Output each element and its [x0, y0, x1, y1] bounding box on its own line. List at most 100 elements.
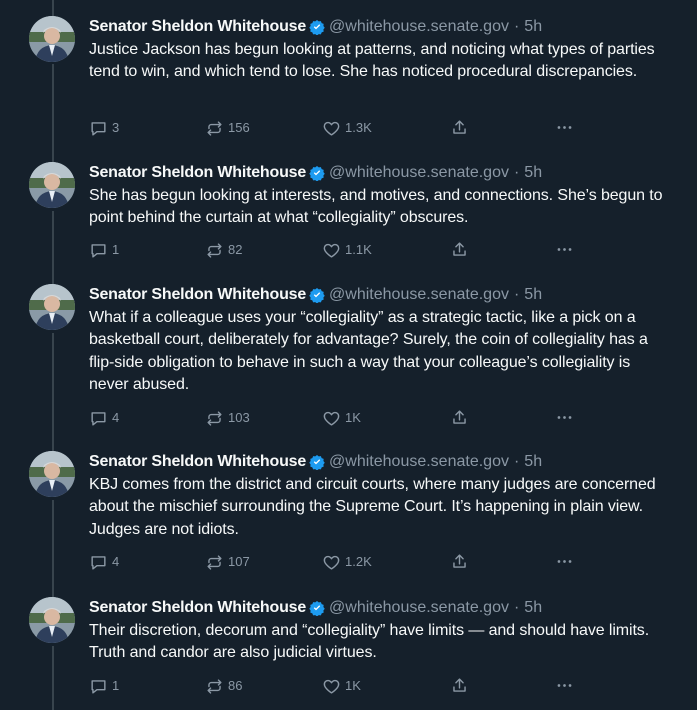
verified-badge-icon [309, 287, 325, 304]
author-name[interactable]: Senator Sheldon Whitehouse [89, 451, 306, 473]
like-count: 1K [345, 410, 361, 425]
author-handle[interactable]: @whitehouse.senate.gov [329, 284, 509, 306]
author-name[interactable]: Senator Sheldon Whitehouse [89, 16, 306, 38]
verified-badge-icon [309, 454, 325, 471]
repost-count: 82 [228, 242, 243, 257]
repost-icon [207, 678, 222, 694]
post-header: Senator Sheldon Whitehouse @whitehouse.s… [89, 451, 542, 473]
author-handle[interactable]: @whitehouse.senate.gov [329, 451, 509, 473]
repost-button[interactable]: 86 [205, 676, 242, 696]
author-name[interactable]: Senator Sheldon Whitehouse [89, 597, 306, 619]
reply-button[interactable]: 4 [89, 408, 119, 428]
heart-icon [323, 411, 340, 426]
separator: · [513, 286, 520, 303]
like-count: 1.3K [345, 120, 372, 135]
separator: · [513, 599, 520, 616]
verified-badge-icon [309, 19, 325, 36]
reply-count: 4 [112, 410, 120, 425]
reply-count: 1 [112, 242, 120, 257]
share-icon [453, 120, 466, 134]
more-options-button[interactable] [555, 408, 578, 427]
separator: · [513, 164, 520, 181]
timestamp[interactable]: 5h [524, 162, 542, 184]
more-options-button[interactable] [555, 552, 578, 571]
post-text: She has begun looking at interests, and … [89, 187, 667, 227]
more-options-button[interactable] [555, 240, 578, 259]
heart-icon [323, 243, 340, 258]
share-icon [453, 242, 466, 256]
avatar[interactable] [29, 597, 75, 643]
author-name[interactable]: Senator Sheldon Whitehouse [89, 284, 306, 306]
repost-icon [207, 242, 222, 258]
action-bar: 1 86 1K [89, 676, 589, 696]
reply-count: 1 [112, 678, 120, 693]
post-header: Senator Sheldon Whitehouse @whitehouse.s… [89, 162, 542, 184]
timestamp[interactable]: 5h [524, 16, 542, 38]
reply-button[interactable]: 3 [89, 118, 119, 138]
reply-icon [91, 555, 106, 570]
avatar-photo-icon [29, 16, 75, 62]
share-icon [453, 554, 466, 568]
like-button[interactable]: 1.1K [322, 240, 372, 260]
avatar-photo-icon [29, 597, 75, 643]
repost-count: 107 [228, 554, 250, 569]
like-button[interactable]: 1K [322, 676, 361, 696]
heart-icon [323, 121, 340, 136]
repost-button[interactable]: 82 [205, 240, 242, 260]
action-bar: 1 82 1.1K [89, 240, 589, 260]
like-button[interactable]: 1.2K [322, 552, 372, 572]
share-button[interactable] [450, 676, 473, 695]
share-button[interactable] [450, 552, 473, 571]
author-handle[interactable]: @whitehouse.senate.gov [329, 597, 509, 619]
action-bar: 4 103 1K [89, 408, 589, 428]
thread: Senator Sheldon Whitehouse @whitehouse.s… [0, 0, 697, 710]
thread-line [52, 646, 54, 710]
share-icon [453, 678, 466, 692]
reply-button[interactable]: 1 [89, 240, 119, 260]
repost-button[interactable]: 156 [205, 118, 250, 138]
thread-line [52, 0, 54, 16]
reply-icon [91, 411, 106, 426]
action-bar: 4 107 1.2K [89, 552, 589, 572]
repost-button[interactable]: 107 [205, 552, 250, 572]
thread-line [52, 211, 54, 284]
repost-icon [207, 410, 222, 426]
avatar-photo-icon [29, 162, 75, 208]
reply-count: 3 [112, 120, 120, 135]
author-handle[interactable]: @whitehouse.senate.gov [329, 16, 509, 38]
avatar[interactable] [29, 284, 75, 330]
timestamp[interactable]: 5h [524, 451, 542, 473]
share-button[interactable] [450, 240, 473, 259]
more-options-button[interactable] [555, 676, 578, 695]
reply-icon [91, 243, 106, 258]
avatar[interactable] [29, 162, 75, 208]
post-header: Senator Sheldon Whitehouse @whitehouse.s… [89, 16, 542, 38]
timestamp[interactable]: 5h [524, 597, 542, 619]
reply-button[interactable]: 4 [89, 552, 119, 572]
timestamp[interactable]: 5h [524, 284, 542, 306]
more-options-icon [557, 126, 572, 129]
verified-badge-icon [309, 165, 325, 182]
avatar[interactable] [29, 451, 75, 497]
repost-button[interactable]: 103 [205, 408, 250, 428]
post-header: Senator Sheldon Whitehouse @whitehouse.s… [89, 597, 542, 619]
share-button[interactable] [450, 118, 473, 137]
repost-count: 156 [228, 120, 250, 135]
author-name[interactable]: Senator Sheldon Whitehouse [89, 162, 306, 184]
avatar[interactable] [29, 16, 75, 62]
share-button[interactable] [450, 408, 473, 427]
more-options-icon [557, 684, 572, 687]
like-count: 1.1K [345, 242, 372, 257]
like-button[interactable]: 1K [322, 408, 361, 428]
avatar-photo-icon [29, 284, 75, 330]
repost-icon [207, 120, 222, 136]
author-handle[interactable]: @whitehouse.senate.gov [329, 162, 509, 184]
reply-button[interactable]: 1 [89, 676, 119, 696]
more-options-button[interactable] [555, 118, 578, 137]
repost-count: 103 [228, 410, 250, 425]
post-header: Senator Sheldon Whitehouse @whitehouse.s… [89, 284, 542, 306]
separator: · [513, 18, 520, 35]
reply-icon [91, 121, 106, 136]
like-button[interactable]: 1.3K [322, 118, 372, 138]
repost-count: 86 [228, 678, 243, 693]
